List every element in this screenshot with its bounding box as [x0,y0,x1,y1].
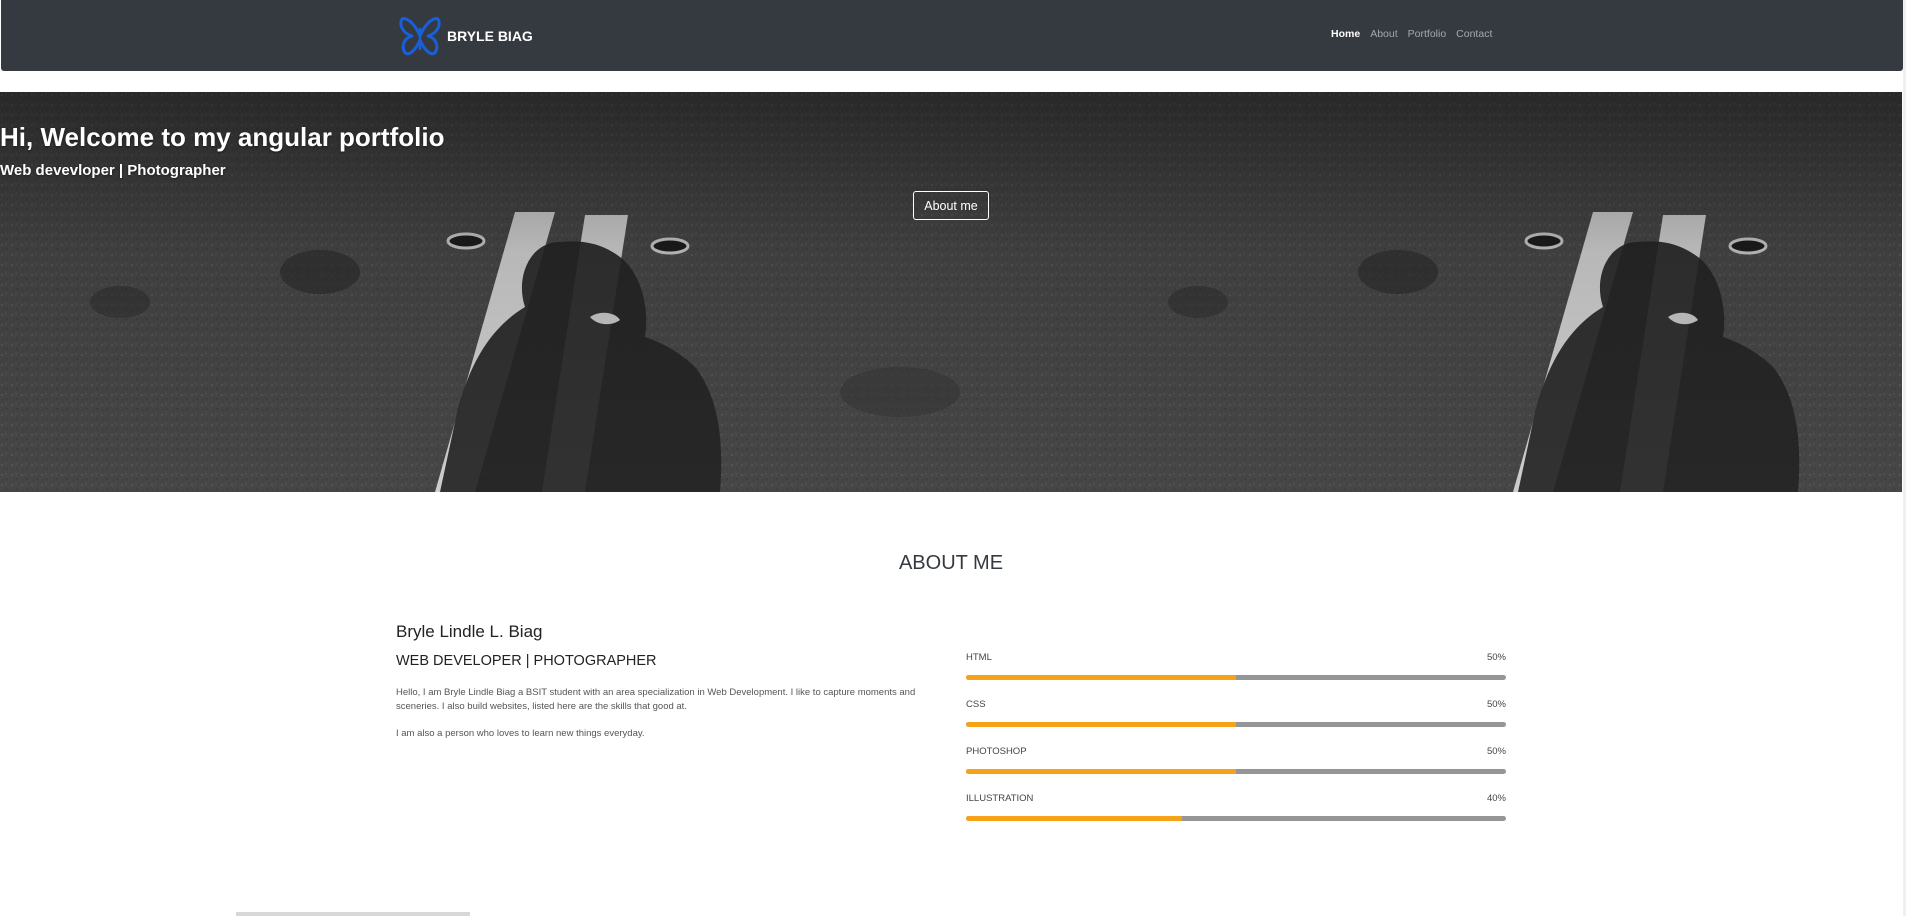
skill-percent: 50% [1486,652,1506,663]
skill-name: PHOTOSHOP [966,746,1027,757]
skill-percent: 50% [1486,746,1506,757]
skill-progress-track [966,816,1506,821]
skill-percent: 50% [1486,699,1506,710]
skill-progress-fill [966,769,1236,774]
hero-title: Hi, Welcome to my angular portfolio [0,122,445,152]
about-name: Bryle Lindle L. Biag [396,622,543,641]
nav-links: Home About Portfolio Contact [1331,28,1492,40]
about-paragraph-intro: Hello, I am Bryle Lindle Biag a BSIT stu… [396,687,916,712]
hero-subtitle: Web devevloper | Photographer [0,162,226,179]
skill-name: HTML [966,652,992,663]
skills-list: HTML 50% CSS 50% PHOTOSHOP 50% ILLUSTRAT… [966,652,1506,840]
skill-name: CSS [966,699,986,710]
skill-progress-track [966,722,1506,727]
brand-link[interactable]: BRYLE BIAG [399,14,533,58]
navbar: BRYLE BIAG Home About Portfolio Contact [1,0,1903,71]
about-me-button[interactable]: About me [913,191,989,220]
skill-progress-track [966,675,1506,680]
skill-illustration: ILLUSTRATION 40% [966,793,1506,840]
skill-name: ILLUSTRATION [966,793,1034,804]
brand-name: BRYLE BIAG [447,28,533,44]
nav-link-contact[interactable]: Contact [1456,28,1492,40]
nav-link-portfolio[interactable]: Portfolio [1408,28,1447,40]
about-paragraph-learning: I am also a person who loves to learn ne… [396,728,645,739]
skill-progress-fill [966,816,1182,821]
butterfly-icon [399,17,441,56]
nav-link-about[interactable]: About [1370,28,1397,40]
about-role: WEB DEVELOPER | PHOTOGRAPHER [396,653,657,669]
skill-percent: 40% [1486,793,1506,804]
skill-progress-fill [966,675,1236,680]
hero-banner: Hi, Welcome to my angular portfolio Web … [0,92,1902,492]
skill-progress-track [966,769,1506,774]
skill-html: HTML 50% [966,652,1506,699]
horizontal-scrollbar[interactable] [236,912,470,916]
nav-link-home[interactable]: Home [1331,28,1360,40]
about-heading: ABOUT ME [898,552,1004,574]
skill-css: CSS 50% [966,699,1506,746]
skill-progress-fill [966,722,1236,727]
skill-photoshop: PHOTOSHOP 50% [966,746,1506,793]
